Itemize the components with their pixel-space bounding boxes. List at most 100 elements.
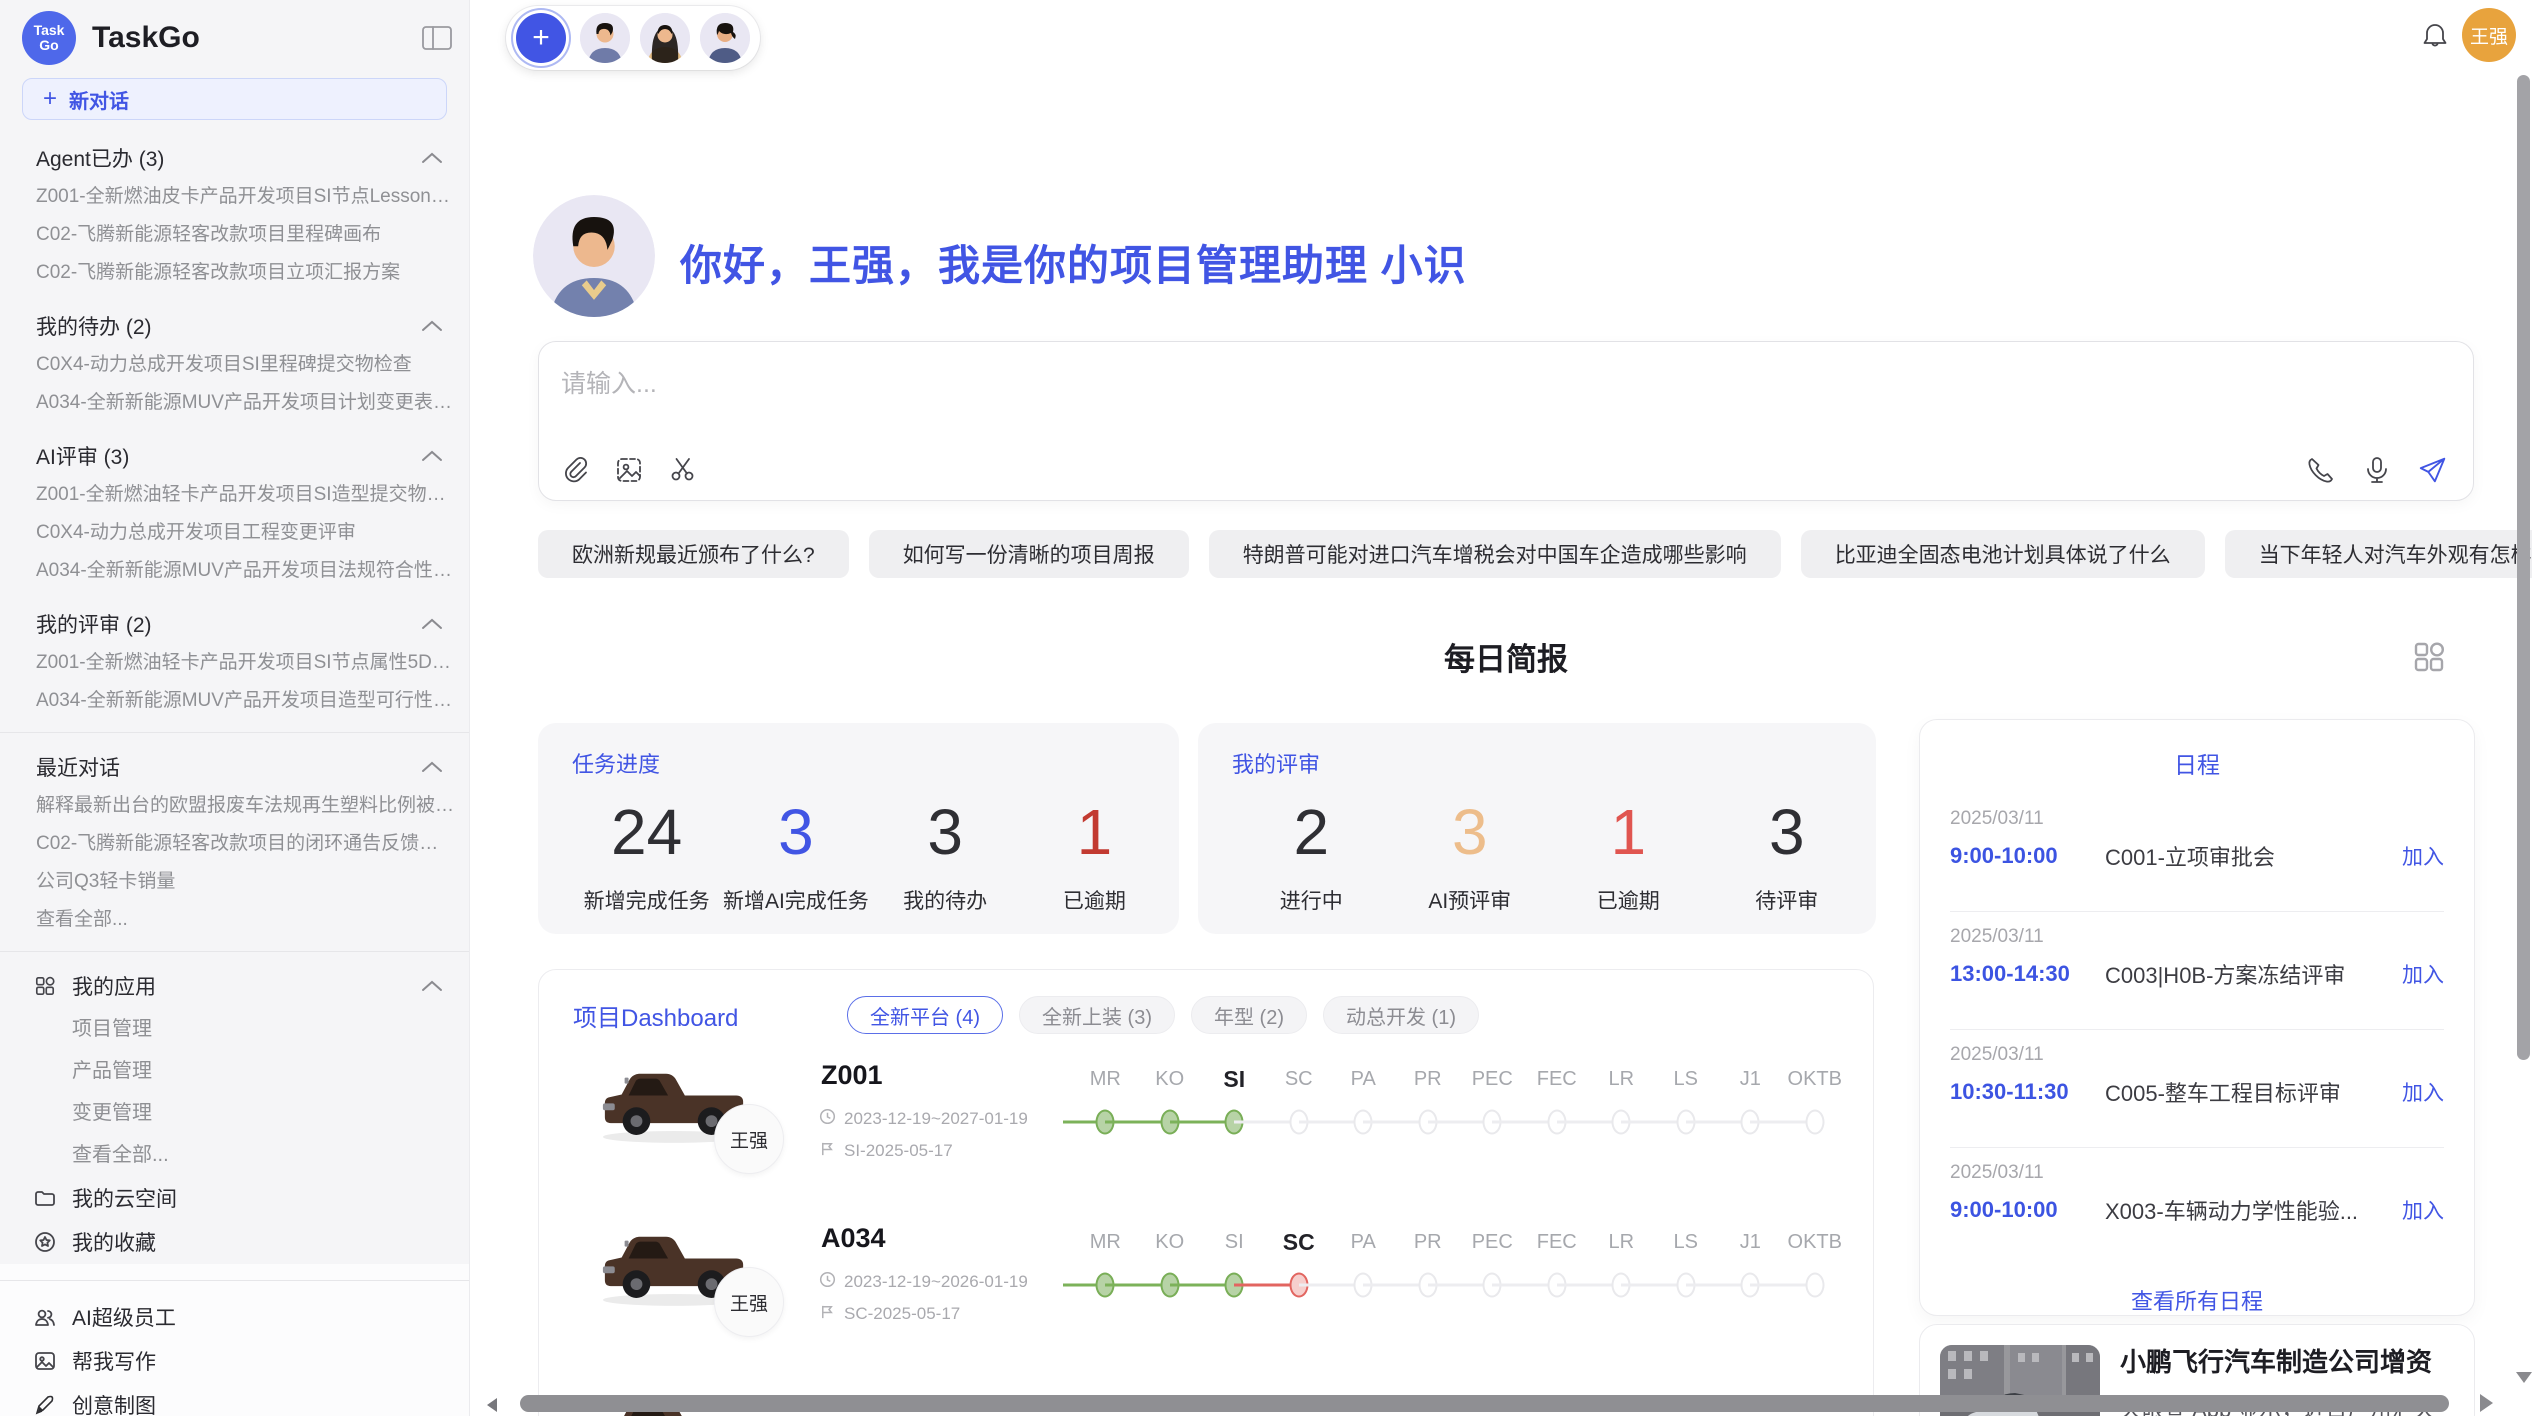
schedule-item[interactable]: 2025/03/119:00-10:00X003-车辆动力学性能验...加入 [1950, 1148, 2444, 1266]
stat-column: 3待评审 [1708, 797, 1867, 915]
schedule-item[interactable]: 2025/03/1113:00-14:30C003|H0B-方案冻结评审加入 [1950, 912, 2444, 1030]
join-meeting-link[interactable]: 加入 [2402, 1077, 2444, 1107]
suggestion-chip[interactable]: 当下年轻人对汽车外观有怎样的喜好趋势 [2225, 530, 2532, 578]
sidebar-item[interactable]: C02-飞腾新能源轻客改款项目里程碑画布 [0, 216, 469, 254]
milestone-dot [1805, 1273, 1824, 1298]
new-chat-button[interactable]: + 新对话 [22, 78, 447, 120]
chevron-up-icon[interactable] [421, 314, 443, 338]
layout-grid-icon[interactable] [2410, 638, 2448, 676]
sidebar-section-0[interactable]: Agent已办 (3) [0, 138, 469, 178]
suggestion-chip[interactable]: 特朗普可能对进口汽车增税会对中国车企造成哪些影响 [1209, 530, 1781, 578]
sidebar-item[interactable]: A034-全新新能源MUV产品开发项目计划变更表编写 [0, 384, 469, 422]
sidebar-section-1[interactable]: 我的待办 (2) [0, 306, 469, 346]
milestone-slot: LR [1589, 1064, 1654, 1142]
dashboard-tab[interactable]: 年型 (2) [1191, 996, 1307, 1034]
attachment-icon[interactable] [559, 454, 591, 486]
sidebar-item[interactable]: C02-飞腾新能源轻客改款项目立项汇报方案 [0, 254, 469, 292]
milestone-slot: PEC [1460, 1227, 1525, 1305]
dashboard-title: 项目Dashboard [573, 998, 847, 1033]
sidebar-item-star-badge[interactable]: 我的收藏 [0, 1220, 469, 1264]
join-meeting-link[interactable]: 加入 [2402, 959, 2444, 989]
sidebar-item[interactable]: A034-全新新能源MUV产品开发项目造型可行性评审 [0, 682, 469, 720]
horizontal-scrollbar[interactable] [520, 1395, 2449, 1412]
suggestion-chip[interactable]: 如何写一份清晰的项目周报 [869, 530, 1189, 578]
stat-card-title: 任务进度 [572, 747, 1169, 779]
dashboard-tab[interactable]: 全新平台 (4) [847, 996, 1003, 1034]
schedule-item[interactable]: 2025/03/119:00-10:00C001-立项审批会加入 [1950, 794, 2444, 912]
sidebar-collapse-icon[interactable] [421, 24, 453, 52]
sidebar-item[interactable]: C0X4-动力总成开发项目SI里程碑提交物检查 [0, 346, 469, 384]
add-agent-button[interactable]: + [516, 13, 566, 63]
milestone-slot: MR [1073, 1064, 1138, 1142]
schedule-name: C005-整车工程目标评审 [2105, 1076, 2392, 1108]
sidebar-item[interactable]: C0X4-动力总成开发项目工程变更评审 [0, 514, 469, 552]
scissors-icon[interactable] [667, 454, 699, 486]
scroll-down-arrow[interactable] [2516, 1372, 2532, 1383]
recent-chat-item[interactable]: C02-飞腾新能源轻客改款项目的闭环通告反馈情况 [0, 825, 469, 863]
schedule-name: C001-立项审批会 [2105, 840, 2392, 872]
sidebar-section-1-label: 我的待办 (2) [36, 311, 152, 341]
app-menu-item[interactable]: 项目管理 [0, 1008, 469, 1050]
user-avatar[interactable]: 王强 [2462, 8, 2516, 62]
stat-column: 1已逾期 [1020, 797, 1169, 915]
project-row[interactable]: 王强Z0012023-12-19~2027-01-19SI-2025-05-17… [573, 1044, 1873, 1207]
dashboard-tab[interactable]: 全新上装 (3) [1019, 996, 1175, 1034]
agent-avatar-1[interactable] [580, 13, 630, 63]
milestone-slot: KO [1138, 1064, 1203, 1142]
app-menu-item[interactable]: 变更管理 [0, 1092, 469, 1134]
sidebar-item[interactable]: A034-全新新能源MUV产品开发项目法规符合性评审 [0, 552, 469, 590]
sidebar-tool-people[interactable]: AI超级员工 [0, 1295, 469, 1339]
image-upload-icon[interactable] [613, 454, 645, 486]
sidebar-section-2[interactable]: AI评审 (3) [0, 436, 469, 476]
vertical-scrollbar[interactable] [2517, 75, 2530, 1060]
send-icon[interactable] [2417, 454, 2449, 486]
apps-view-all-link[interactable]: 查看全部... [0, 1134, 469, 1176]
join-meeting-link[interactable]: 加入 [2402, 841, 2444, 871]
sidebar-item[interactable]: Z001-全新燃油轻卡产品开发项目SI节点属性5D文件评审 [0, 644, 469, 682]
voice-call-icon[interactable] [2305, 454, 2337, 486]
agent-avatar-3[interactable] [700, 13, 750, 63]
sidebar-tool-pen[interactable]: 创意制图 [0, 1383, 469, 1416]
recent-view-all-link[interactable]: 查看全部... [0, 901, 469, 939]
recent-chat-item[interactable]: 公司Q3轻卡销量 [0, 863, 469, 901]
chevron-up-icon[interactable] [421, 755, 443, 779]
chevron-up-icon[interactable] [421, 974, 443, 998]
project-row[interactable]: 王强A0342023-12-19~2026-01-19SC-2025-05-17… [573, 1207, 1873, 1370]
project-node-date: SI-2025-05-17 [819, 1140, 953, 1162]
sidebar-tool-image-write[interactable]: 帮我写作 [0, 1339, 469, 1383]
milestone-slot: LR [1589, 1227, 1654, 1305]
app-menu-item[interactable]: 产品管理 [0, 1050, 469, 1092]
schedule-item[interactable]: 2025/03/1110:30-11:30C005-整车工程目标评审加入 [1950, 1030, 2444, 1148]
chevron-up-icon[interactable] [421, 444, 443, 468]
view-all-schedule-link[interactable]: 查看所有日程 [1950, 1284, 2444, 1316]
sidebar-item[interactable]: Z001-全新燃油轻卡产品开发项目SI造型提交物评审 [0, 476, 469, 514]
chevron-up-icon[interactable] [421, 612, 443, 636]
agent-avatar-2[interactable] [640, 13, 690, 63]
milestone-slot: SI [1202, 1064, 1267, 1142]
suggestion-chip[interactable]: 比亚迪全固态电池计划具体说了什么 [1801, 530, 2205, 578]
chevron-up-icon[interactable] [421, 146, 443, 170]
milestone-label: KO [1138, 1227, 1203, 1257]
milestone-label: PR [1396, 1064, 1461, 1094]
project-node-date: SC-2025-05-17 [819, 1303, 960, 1325]
stat-row: 2进行中3AI预评审1已逾期3待评审 [1232, 797, 1866, 915]
dashboard-tab[interactable]: 动总开发 (1) [1323, 996, 1479, 1034]
notification-bell-icon[interactable] [2415, 16, 2455, 56]
join-meeting-link[interactable]: 加入 [2402, 1195, 2444, 1225]
suggestion-chip[interactable]: 欧洲新规最近颁布了什么? [538, 530, 849, 578]
chat-input[interactable] [561, 362, 1761, 406]
scroll-left-arrow[interactable] [487, 1398, 497, 1412]
stat-column: 3AI预评审 [1391, 797, 1550, 915]
schedule-time: 10:30-11:30 [1950, 1079, 2105, 1105]
sidebar-section-3[interactable]: 我的评审 (2) [0, 604, 469, 644]
recent-chat-item[interactable]: 解释最新出台的欧盟报废车法规再生塑料比例被调至15%... [0, 787, 469, 825]
sidebar-item[interactable]: Z001-全新燃油皮卡产品开发项目SI节点Lesson Learn报告 [0, 178, 469, 216]
sidebar-item-my-apps[interactable]: 我的应用 [0, 964, 469, 1008]
stat-card-title: 我的评审 [1232, 747, 1866, 779]
microphone-icon[interactable] [2361, 454, 2393, 486]
scroll-right-arrow[interactable] [2480, 1394, 2493, 1412]
sidebar-item-cloud-folder[interactable]: 我的云空间 [0, 1176, 469, 1220]
chat-composer [538, 341, 2474, 501]
sidebar-section-recent[interactable]: 最近对话 [0, 747, 469, 787]
sidebar-section-recent-label: 最近对话 [36, 752, 120, 782]
